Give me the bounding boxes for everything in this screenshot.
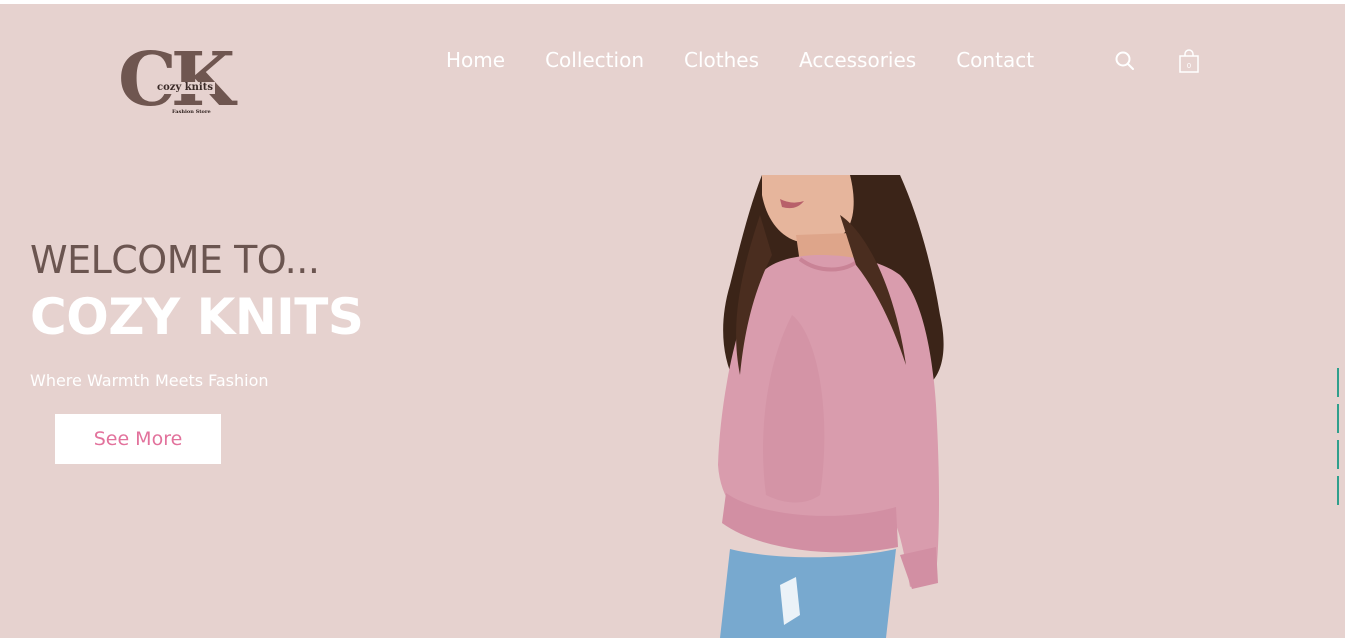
nav-clothes[interactable]: Clothes (684, 48, 759, 72)
logo-mark: CK (118, 37, 235, 123)
slide-indicator[interactable] (1337, 440, 1342, 469)
search-icon[interactable] (1114, 50, 1136, 72)
cart-count: 0 (1187, 62, 1191, 70)
slide-indicator[interactable] (1337, 404, 1342, 433)
nav-contact[interactable]: Contact (956, 48, 1034, 72)
see-more-button[interactable]: See More (55, 414, 221, 464)
nav-home[interactable]: Home (446, 48, 505, 72)
nav-accessories[interactable]: Accessories (799, 48, 916, 72)
slide-indicator[interactable] (1337, 476, 1342, 505)
logo[interactable]: CK cozy knits Fashion Store (118, 40, 242, 122)
main-nav: Home Collection Clothes Accessories Cont… (446, 46, 1074, 74)
logo-tagline: Fashion Store (172, 109, 211, 115)
nav-collection[interactable]: Collection (545, 48, 644, 72)
hero-brand-title: COZY KNITS (30, 288, 364, 346)
top-bar (0, 0, 1345, 4)
shopping-bag-icon[interactable]: 0 (1178, 48, 1200, 74)
slide-indicator[interactable] (1337, 368, 1342, 397)
hero-tagline: Where Warmth Meets Fashion (30, 371, 269, 390)
hero-welcome: WELCOME TO... (30, 238, 320, 282)
hero-model-image (718, 175, 944, 638)
logo-name: cozy knits (155, 82, 215, 94)
